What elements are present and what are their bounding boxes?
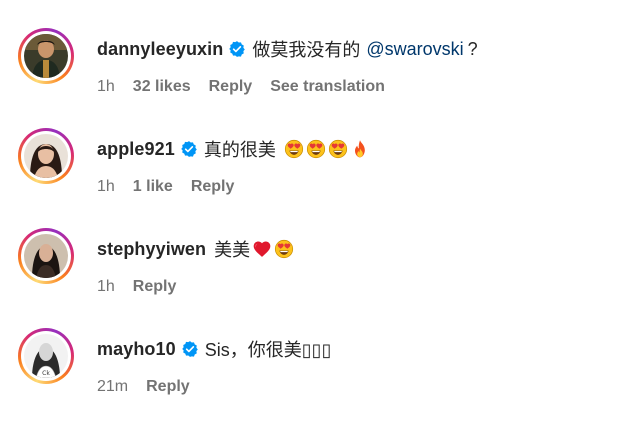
avatar-photo: [24, 234, 68, 278]
verified-badge-icon: [228, 40, 246, 58]
reply-button[interactable]: Reply: [146, 378, 190, 396]
username[interactable]: dannyleeyuxin: [97, 39, 223, 60]
verified-badge-icon: [181, 340, 199, 358]
verified-badge-icon: [180, 140, 198, 158]
timestamp: 1h: [97, 178, 115, 195]
avatar-photo: Ck: [24, 334, 68, 378]
comment-text: Sis，你很美▯▯▯: [204, 340, 332, 360]
avatar[interactable]: [18, 228, 74, 284]
avatar[interactable]: [18, 128, 74, 184]
comment-item: dannyleeyuxin 做莫我没有的 @swarovski ? 1h 32 …: [0, 0, 639, 100]
avatar[interactable]: Ck: [18, 328, 74, 384]
comment-meta: 21m Reply: [97, 378, 208, 396]
likes-count[interactable]: 32 likes: [133, 78, 191, 96]
heart-eyes-icon: [328, 139, 348, 159]
timestamp: 1h: [97, 278, 115, 295]
reply-button[interactable]: Reply: [191, 178, 235, 196]
timestamp: 1h: [97, 78, 115, 95]
heart-eyes-icon: [274, 239, 294, 259]
red-heart-icon: [252, 239, 272, 259]
comment-item: apple921 真的很美 1h 1 like Reply: [0, 100, 639, 200]
avatar-photo: [24, 34, 68, 78]
comment-meta: 1h Reply: [97, 278, 194, 296]
comment-item: stephyyiwen 美美 1h Reply: [0, 200, 639, 300]
see-translation-button[interactable]: See translation: [270, 78, 385, 96]
timestamp: 21m: [97, 378, 129, 395]
reply-button[interactable]: Reply: [133, 278, 177, 296]
comment-text: 美美: [214, 240, 251, 260]
comment-meta: 1h 1 like Reply: [97, 178, 252, 196]
heart-eyes-icon: [306, 139, 326, 159]
heart-eyes-icon: [284, 139, 304, 159]
comment-meta: 1h 32 likes Reply See translation: [97, 78, 403, 96]
comment-item: Ck mayho10 Sis，你很美▯▯▯ 21m Reply: [0, 300, 639, 400]
comments-list: dannyleeyuxin 做莫我没有的 @swarovski ? 1h 32 …: [0, 0, 639, 425]
fire-icon: [350, 139, 370, 159]
username[interactable]: mayho10: [97, 339, 176, 360]
svg-text:Ck: Ck: [42, 370, 50, 377]
username[interactable]: stephyyiwen: [97, 239, 206, 260]
comment-text-suffix: ?: [467, 38, 478, 59]
reply-button[interactable]: Reply: [209, 78, 253, 96]
comment-text: 真的很美: [203, 140, 276, 160]
mention-link[interactable]: @swarovski: [366, 39, 463, 60]
likes-count[interactable]: 1 like: [133, 178, 173, 196]
avatar-photo: [24, 134, 68, 178]
username[interactable]: apple921: [97, 139, 175, 160]
comment-text: 做莫我没有的: [252, 40, 361, 60]
avatar[interactable]: [18, 28, 74, 84]
